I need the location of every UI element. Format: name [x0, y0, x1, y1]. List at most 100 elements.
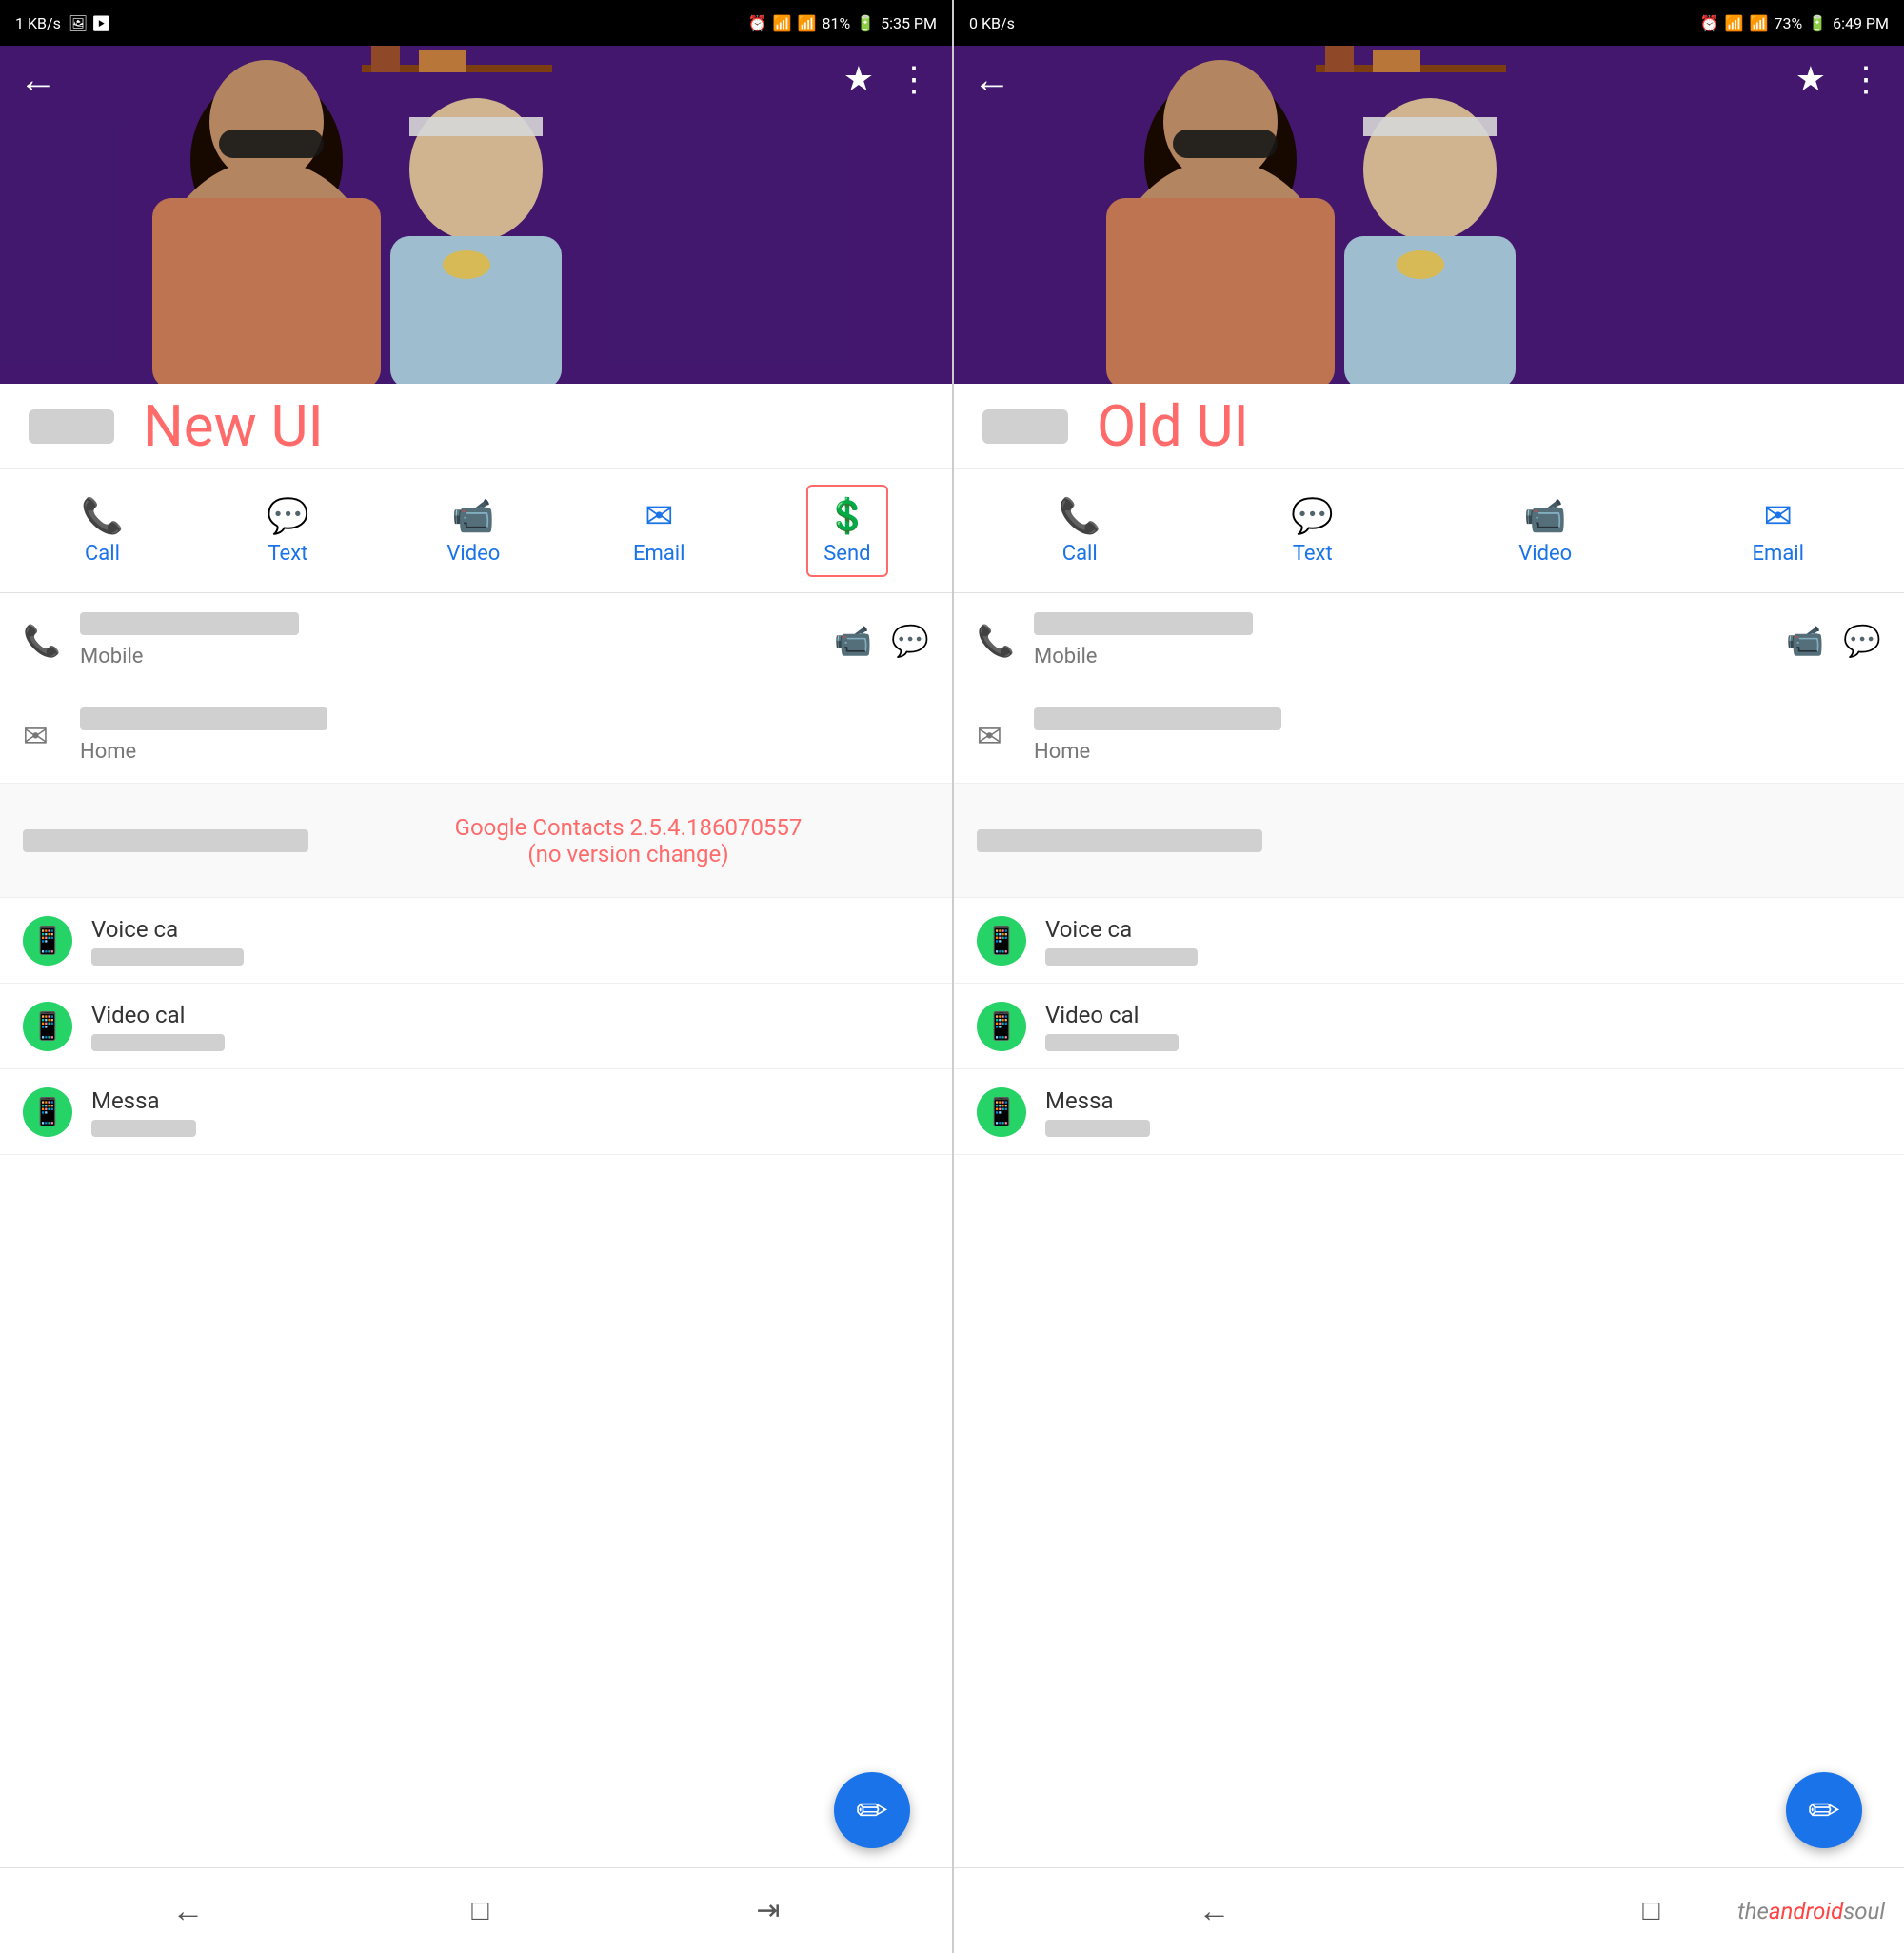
- text-btn-right[interactable]: 💬 Text: [1275, 496, 1351, 566]
- nav-overview-right[interactable]: □: [1642, 1894, 1659, 1927]
- action-bar-right: ← ★ ⋮: [954, 46, 1904, 112]
- message-icon-left[interactable]: 💬: [891, 623, 929, 659]
- phone-content-right: Mobile: [1034, 612, 1786, 668]
- send-icon-left: 💲: [825, 496, 868, 536]
- phone-number-blur-right: [1034, 612, 1253, 635]
- wa-voice-sub-left: [91, 948, 244, 966]
- alarm-icon: ⏰: [748, 14, 767, 32]
- email-label-right2: Email: [1753, 542, 1804, 566]
- phone-detail-right: 📞 Mobile 📹 💬: [954, 593, 1904, 688]
- wa-msg-label-right: Messa: [1045, 1087, 1881, 1114]
- call-icon-right: 📞: [1059, 496, 1101, 536]
- wa-voice-left: 📱 Voice ca: [0, 898, 952, 984]
- version-line1: Google Contacts 2.5.4.186070557: [327, 814, 929, 841]
- phone-number-blur-left: [80, 612, 299, 635]
- video-call-icon-right[interactable]: 📹: [1786, 623, 1824, 659]
- phone-label-left: Mobile: [80, 645, 834, 668]
- label-row-right: Old UI: [954, 384, 1904, 469]
- text-icon-left: 💬: [267, 496, 309, 536]
- wa-voice-label-right: Voice ca: [1045, 916, 1881, 943]
- wa-icon-msg-right: 📱: [977, 1087, 1026, 1137]
- battery-icon-left: 🔋: [856, 14, 875, 32]
- version-text-center: Google Contacts 2.5.4.186070557 (no vers…: [327, 814, 929, 867]
- time-right: 6:49 PM: [1833, 14, 1889, 32]
- wa-icon-msg-left: 📱: [23, 1087, 72, 1137]
- wa-video-label-right: Video cal: [1045, 1002, 1881, 1028]
- wa-video-sub-left: [91, 1034, 225, 1051]
- wa-video-label-left: Video cal: [91, 1002, 929, 1028]
- fab-left[interactable]: ✏: [834, 1772, 910, 1848]
- email-icon-right3: ✉: [977, 718, 1034, 754]
- wa-msg-content-right: Messa: [1045, 1087, 1881, 1137]
- wa-msg-content-left: Messa: [91, 1087, 929, 1137]
- video-call-icon-left[interactable]: 📹: [834, 623, 872, 659]
- photo-area-left: ← ★ ⋮: [0, 46, 952, 384]
- misc-row-right: [954, 784, 1904, 898]
- email-label-left2: Home: [80, 740, 929, 764]
- nav-overview-left[interactable]: □: [471, 1894, 488, 1927]
- email-detail-right: ✉ Home: [954, 688, 1904, 784]
- speed-indicator: 1 KB/s: [15, 14, 61, 32]
- email-content-right: Home: [1034, 707, 1881, 764]
- email-btn-left[interactable]: ✉ Email: [621, 496, 697, 566]
- bottom-nav-left: ← □ ⇥: [0, 1867, 952, 1953]
- star-btn-left[interactable]: ★: [843, 59, 874, 99]
- more-btn-left[interactable]: ⋮: [897, 59, 933, 99]
- bottom-nav-right: ← □ theandroidsoul: [954, 1867, 1904, 1953]
- status-left-info-right: 0 KB/s: [969, 14, 1015, 32]
- email-btn-right[interactable]: ✉ Email: [1740, 496, 1816, 566]
- ui-title-right: Old UI: [1097, 392, 1249, 460]
- message-icon-right[interactable]: 💬: [1843, 623, 1881, 659]
- call-icon-left: 📞: [81, 496, 124, 536]
- wa-voice-sub-right: [1045, 948, 1198, 966]
- phone-actions-right: 📹 💬: [1786, 623, 1881, 659]
- video-label-left: Video: [446, 542, 500, 566]
- email-content-left: Home: [80, 707, 929, 764]
- more-btn-right[interactable]: ⋮: [1849, 59, 1885, 99]
- fab-right[interactable]: ✏: [1786, 1772, 1862, 1848]
- avatar-placeholder-left: [29, 409, 114, 444]
- video-icon-left: 📹: [452, 496, 495, 536]
- nav-back-left[interactable]: ←: [171, 1892, 204, 1930]
- nav-back-right[interactable]: ←: [1198, 1892, 1230, 1930]
- video-btn-left[interactable]: 📹 Video: [435, 496, 511, 566]
- attribution: theandroidsoul: [1737, 1898, 1885, 1924]
- phone-icon-left: 📞: [23, 623, 80, 659]
- wa-message-left: 📱 Messa: [0, 1069, 952, 1155]
- status-right-info-right: ⏰ 📶 📶 73% 🔋 6:49 PM: [1700, 14, 1889, 32]
- status-bar-right: 0 KB/s ⏰ 📶 📶 73% 🔋 6:49 PM: [954, 0, 1904, 46]
- time-left: 5:35 PM: [881, 14, 937, 32]
- back-btn-right[interactable]: ←: [973, 57, 1011, 102]
- wa-voice-content-right: Voice ca: [1045, 916, 1881, 966]
- star-btn-right[interactable]: ★: [1795, 59, 1826, 99]
- video-icon-right: 📹: [1524, 496, 1567, 536]
- ui-title-left: New UI: [143, 392, 324, 460]
- attr-android: android: [1769, 1898, 1843, 1924]
- nav-recent-left[interactable]: ⇥: [756, 1894, 780, 1927]
- action-bar-left: ← ★ ⋮: [0, 46, 952, 112]
- email-label-left: Email: [633, 542, 684, 566]
- wa-msg-sub-right: [1045, 1120, 1150, 1137]
- phone-actions-left: 📹 💬: [834, 623, 929, 659]
- wa-video-right: 📱 Video cal: [954, 984, 1904, 1069]
- call-label-left: Call: [85, 542, 120, 566]
- call-label-right: Call: [1062, 542, 1098, 566]
- send-btn-left[interactable]: 💲 Send: [806, 485, 887, 577]
- text-btn-left[interactable]: 💬 Text: [249, 496, 326, 566]
- wa-voice-content-left: Voice ca: [91, 916, 929, 966]
- status-left-info: 1 KB/s 🖼 ▶: [15, 14, 110, 32]
- wa-video-left: 📱 Video cal: [0, 984, 952, 1069]
- email-blur-left: [80, 707, 327, 730]
- video-btn-right[interactable]: 📹 Video: [1507, 496, 1583, 566]
- label-row-left: New UI: [0, 384, 952, 469]
- wa-video-content-left: Video cal: [91, 1002, 929, 1051]
- notification-icons: 🖼 ▶: [69, 14, 111, 32]
- wa-icon-video-left: 📱: [23, 1002, 72, 1051]
- version-line2: (no version change): [327, 841, 929, 867]
- misc-blur-right: [977, 829, 1262, 852]
- avatar-placeholder-right: [982, 409, 1068, 444]
- back-btn-left[interactable]: ←: [19, 57, 57, 102]
- wa-msg-label-left: Messa: [91, 1087, 929, 1114]
- call-btn-right[interactable]: 📞 Call: [1041, 496, 1118, 566]
- call-btn-left[interactable]: 📞 Call: [64, 496, 140, 566]
